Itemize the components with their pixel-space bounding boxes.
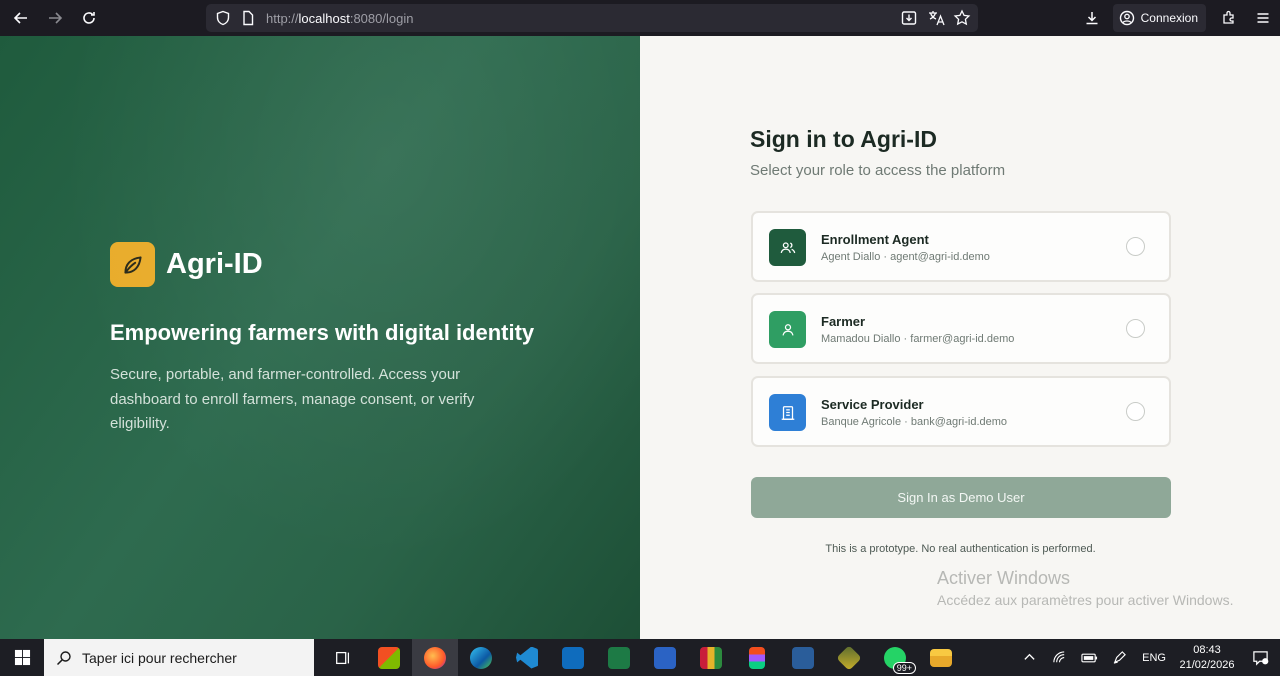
browser-right-tools: Connexion (1075, 0, 1280, 36)
mysql-workbench-icon[interactable] (780, 639, 826, 676)
reload-icon[interactable] (72, 3, 106, 33)
download-page-icon[interactable] (900, 9, 918, 27)
role-name: Farmer (821, 314, 866, 329)
search-placeholder: Taper ici pour rechercher (82, 649, 237, 666)
taskbar-search-box[interactable]: Taper ici pour rechercher (44, 639, 314, 676)
downloads-icon[interactable] (1075, 3, 1109, 33)
figma-icon[interactable] (734, 639, 780, 676)
role-meta: Mamadou Diallo · farmer@agri-id.demo (821, 333, 1015, 345)
role-option-farmer[interactable]: Farmer Mamadou Diallo · farmer@agri-id.d… (751, 293, 1171, 364)
back-arrow-icon[interactable] (4, 3, 38, 33)
system-tray: ENG 08:43 21/02/2026 (1014, 639, 1280, 676)
git-app-icon[interactable] (826, 639, 872, 676)
edge-icon[interactable] (458, 639, 504, 676)
role-radio[interactable] (1126, 402, 1145, 421)
page-icon (240, 10, 256, 26)
clock-time: 08:43 (1193, 643, 1221, 656)
users-icon (769, 229, 806, 266)
activate-windows-title: Activer Windows (937, 568, 1071, 588)
hero-description: Secure, portable, and farmer-controlled.… (110, 366, 475, 432)
account-connexion-button[interactable]: Connexion (1112, 4, 1206, 32)
task-view-icon[interactable] (320, 639, 366, 676)
bookmark-star-icon[interactable] (953, 9, 971, 27)
url-text[interactable]: http://localhost:8080/login (266, 11, 413, 26)
role-radio[interactable] (1126, 319, 1145, 338)
role-name: Service Provider (821, 397, 924, 412)
extensions-icon[interactable] (1212, 3, 1246, 33)
role-radio[interactable] (1126, 237, 1145, 256)
address-bar[interactable]: http://localhost:8080/login (206, 4, 978, 32)
clock-date: 21/02/2026 (1179, 658, 1235, 671)
search-icon (56, 650, 71, 665)
role-meta: Banque Agricole · bank@agri-id.demo (821, 416, 1008, 428)
windows-start-icon[interactable] (0, 639, 44, 676)
hero-panel: Agri-ID Empowering farmers with digital … (0, 36, 640, 639)
wifi-icon[interactable] (1044, 639, 1074, 676)
vscode-icon[interactable] (504, 639, 550, 676)
file-explorer-icon[interactable] (918, 639, 964, 676)
hero-tagline: Empowering farmers with digital identity (110, 320, 535, 345)
word-icon[interactable] (642, 639, 688, 676)
user-icon (769, 311, 806, 348)
role-option-service-provider[interactable]: Service Provider Banque Agricole · bank@… (751, 376, 1171, 447)
clock[interactable]: 08:43 21/02/2026 (1174, 643, 1240, 673)
store-icon[interactable] (366, 639, 412, 676)
forward-arrow-icon[interactable] (38, 3, 72, 33)
shield-icon[interactable] (215, 10, 231, 26)
building-icon (769, 394, 806, 431)
login-panel: Sign in to Agri-ID Select your role to a… (640, 36, 1280, 639)
firefox-icon[interactable] (412, 639, 458, 676)
prototype-note: This is a prototype. No real authenticat… (825, 543, 1096, 555)
excel-icon[interactable] (596, 639, 642, 676)
translate-icon[interactable] (927, 9, 945, 27)
pen-icon[interactable] (1104, 639, 1134, 676)
leaf-logo-icon (110, 242, 155, 287)
notification-center-icon[interactable] (1240, 639, 1280, 676)
language-indicator[interactable]: ENG (1142, 652, 1166, 664)
account-icon (1119, 10, 1134, 26)
role-meta: Agent Diallo · agent@agri-id.demo (821, 251, 990, 263)
connexion-label: Connexion (1140, 11, 1198, 25)
brand-name: Agri-ID (166, 248, 263, 280)
taskbar-apps: 99+ (320, 639, 964, 676)
taskbar: Taper ici pour rechercher 99+ ENG 08:43 … (0, 639, 1280, 676)
page-subtitle: Select your role to access the platform (750, 162, 1006, 179)
whatsapp-icon[interactable]: 99+ (872, 639, 918, 676)
activate-windows-subtitle: Accédez aux paramètres pour activer Wind… (937, 592, 1234, 608)
battery-icon[interactable] (1074, 639, 1104, 676)
menu-hamburger-icon[interactable] (1246, 3, 1280, 33)
role-option-enrollment-agent[interactable]: Enrollment Agent Agent Diallo · agent@ag… (751, 211, 1171, 282)
sign-in-demo-button[interactable]: Sign In as Demo User (751, 477, 1171, 518)
role-name: Enrollment Agent (821, 232, 929, 247)
notification-badge: 99+ (892, 662, 916, 674)
page-title: Sign in to Agri-ID (750, 126, 937, 152)
chevron-up-icon[interactable] (1014, 639, 1044, 676)
winrar-icon[interactable] (688, 639, 734, 676)
outlook-icon[interactable] (550, 639, 596, 676)
